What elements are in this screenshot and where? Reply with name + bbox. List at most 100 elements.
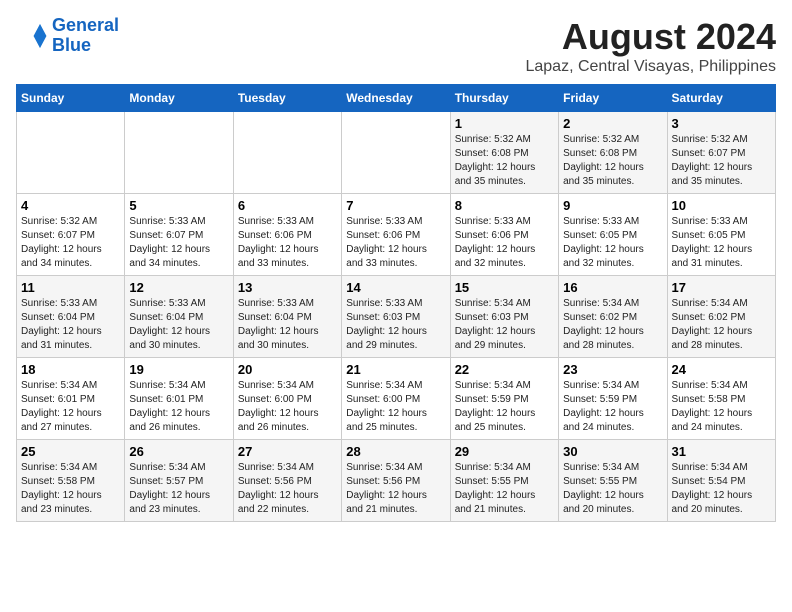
day-number: 22	[455, 362, 554, 377]
calendar-cell: 25 Sunrise: 5:34 AMSunset: 5:58 PMDayligh…	[17, 440, 125, 522]
day-number: 15	[455, 280, 554, 295]
calendar-cell: 30Sunrise: 5:34 AMSunset: 5:55 PMDayligh…	[559, 440, 667, 522]
calendar-cell: 23 Sunrise: 5:34 AMSunset: 5:59 PMDayligh…	[559, 358, 667, 440]
calendar-cell: 11 Sunrise: 5:33 AMSunset: 6:04 PMDayligh…	[17, 276, 125, 358]
calendar-cell	[17, 112, 125, 194]
calendar-week-3: 11 Sunrise: 5:33 AMSunset: 6:04 PMDayligh…	[17, 276, 776, 358]
column-header-sunday: Sunday	[17, 85, 125, 112]
day-number: 27	[238, 444, 337, 459]
calendar-cell: 20 Sunrise: 5:34 AMSunset: 6:00 PMDayligh…	[233, 358, 341, 440]
column-header-tuesday: Tuesday	[233, 85, 341, 112]
day-detail: Sunrise: 5:33 AMSunset: 6:07 PMDaylight:…	[129, 215, 228, 271]
calendar-cell: 18 Sunrise: 5:34 AMSunset: 6:01 PMDayligh…	[17, 358, 125, 440]
logo: General Blue	[16, 16, 119, 56]
day-detail: Sunrise: 5:34 AMSunset: 5:56 PMDaylight:…	[238, 461, 337, 517]
day-number: 8	[455, 198, 554, 213]
day-number: 21	[346, 362, 445, 377]
day-number: 1	[455, 116, 554, 131]
title-block: August 2024 Lapaz, Central Visayas, Phil…	[525, 16, 776, 76]
calendar-week-5: 25 Sunrise: 5:34 AMSunset: 5:58 PMDayligh…	[17, 440, 776, 522]
column-header-thursday: Thursday	[450, 85, 558, 112]
day-detail: Sunrise: 5:33 AMSunset: 6:04 PMDaylight:…	[129, 297, 228, 353]
day-detail: Sunrise: 5:33 AMSunset: 6:05 PMDaylight:…	[672, 215, 771, 271]
calendar-cell: 15 Sunrise: 5:34 AMSunset: 6:03 PMDayligh…	[450, 276, 558, 358]
day-detail: Sunrise: 5:33 AMSunset: 6:06 PMDaylight:…	[346, 215, 445, 271]
day-number: 28	[346, 444, 445, 459]
day-detail: Sunrise: 5:34 AMSunset: 6:01 PMDaylight:…	[129, 379, 228, 435]
day-detail: Sunrise: 5:33 AMSunset: 6:06 PMDaylight:…	[455, 215, 554, 271]
day-detail: Sunrise: 5:34 AMSunset: 6:02 PMDaylight:…	[563, 297, 662, 353]
calendar-cell: 5 Sunrise: 5:33 AMSunset: 6:07 PMDaylight…	[125, 194, 233, 276]
day-detail: Sunrise: 5:34 AMSunset: 5:55 PMDaylight:…	[455, 461, 554, 517]
day-number: 25	[21, 444, 120, 459]
calendar-cell: 9 Sunrise: 5:33 AMSunset: 6:05 PMDaylight…	[559, 194, 667, 276]
page-subtitle: Lapaz, Central Visayas, Philippines	[525, 58, 776, 76]
day-detail: Sunrise: 5:32 AMSunset: 6:07 PMDaylight:…	[672, 133, 771, 189]
day-number: 7	[346, 198, 445, 213]
day-number: 16	[563, 280, 662, 295]
calendar-cell: 2 Sunrise: 5:32 AMSunset: 6:08 PMDaylight…	[559, 112, 667, 194]
day-detail: Sunrise: 5:33 AMSunset: 6:05 PMDaylight:…	[563, 215, 662, 271]
day-number: 20	[238, 362, 337, 377]
calendar-cell: 4 Sunrise: 5:32 AMSunset: 6:07 PMDaylight…	[17, 194, 125, 276]
calendar-cell: 10Sunrise: 5:33 AMSunset: 6:05 PMDayligh…	[667, 194, 775, 276]
column-header-monday: Monday	[125, 85, 233, 112]
calendar-table: SundayMondayTuesdayWednesdayThursdayFrid…	[16, 84, 776, 522]
day-number: 11	[21, 280, 120, 295]
column-header-wednesday: Wednesday	[342, 85, 450, 112]
day-number: 24	[672, 362, 771, 377]
logo-line2: Blue	[52, 35, 91, 55]
day-number: 31	[672, 444, 771, 459]
day-detail: Sunrise: 5:32 AMSunset: 6:07 PMDaylight:…	[21, 215, 120, 271]
day-number: 14	[346, 280, 445, 295]
page-header: General Blue August 2024 Lapaz, Central …	[16, 16, 776, 76]
day-number: 23	[563, 362, 662, 377]
calendar-cell	[125, 112, 233, 194]
day-detail: Sunrise: 5:34 AMSunset: 5:56 PMDaylight:…	[346, 461, 445, 517]
calendar-cell: 3 Sunrise: 5:32 AMSunset: 6:07 PMDaylight…	[667, 112, 775, 194]
calendar-cell: 1 Sunrise: 5:32 AMSunset: 6:08 PMDaylight…	[450, 112, 558, 194]
calendar-cell: 24 Sunrise: 5:34 AMSunset: 5:58 PMDayligh…	[667, 358, 775, 440]
calendar-cell	[342, 112, 450, 194]
day-detail: Sunrise: 5:32 AMSunset: 6:08 PMDaylight:…	[563, 133, 662, 189]
day-detail: Sunrise: 5:33 AMSunset: 6:04 PMDaylight:…	[238, 297, 337, 353]
calendar-cell: 22Sunrise: 5:34 AMSunset: 5:59 PMDayligh…	[450, 358, 558, 440]
day-number: 13	[238, 280, 337, 295]
day-number: 4	[21, 198, 120, 213]
page-title: August 2024	[525, 16, 776, 58]
day-detail: Sunrise: 5:34 AMSunset: 5:59 PMDaylight:…	[563, 379, 662, 435]
day-detail: Sunrise: 5:34 AMSunset: 5:58 PMDaylight:…	[672, 379, 771, 435]
calendar-cell: 21Sunrise: 5:34 AMSunset: 6:00 PMDayligh…	[342, 358, 450, 440]
day-number: 18	[21, 362, 120, 377]
day-number: 26	[129, 444, 228, 459]
calendar-cell: 17Sunrise: 5:34 AMSunset: 6:02 PMDayligh…	[667, 276, 775, 358]
logo-line1: General	[52, 15, 119, 35]
calendar-week-1: 1 Sunrise: 5:32 AMSunset: 6:08 PMDaylight…	[17, 112, 776, 194]
calendar-week-2: 4 Sunrise: 5:32 AMSunset: 6:07 PMDaylight…	[17, 194, 776, 276]
day-number: 19	[129, 362, 228, 377]
day-number: 5	[129, 198, 228, 213]
day-detail: Sunrise: 5:34 AMSunset: 5:58 PMDaylight:…	[21, 461, 120, 517]
calendar-cell: 16 Sunrise: 5:34 AMSunset: 6:02 PMDayligh…	[559, 276, 667, 358]
day-detail: Sunrise: 5:34 AMSunset: 5:55 PMDaylight:…	[563, 461, 662, 517]
day-number: 2	[563, 116, 662, 131]
day-number: 3	[672, 116, 771, 131]
calendar-cell: 19 Sunrise: 5:34 AMSunset: 6:01 PMDayligh…	[125, 358, 233, 440]
calendar-cell: 14Sunrise: 5:33 AMSunset: 6:03 PMDayligh…	[342, 276, 450, 358]
day-number: 6	[238, 198, 337, 213]
calendar-header-row: SundayMondayTuesdayWednesdayThursdayFrid…	[17, 85, 776, 112]
day-number: 29	[455, 444, 554, 459]
logo-text: General Blue	[52, 16, 119, 56]
calendar-cell: 26Sunrise: 5:34 AMSunset: 5:57 PMDayligh…	[125, 440, 233, 522]
day-detail: Sunrise: 5:34 AMSunset: 6:01 PMDaylight:…	[21, 379, 120, 435]
calendar-week-4: 18 Sunrise: 5:34 AMSunset: 6:01 PMDayligh…	[17, 358, 776, 440]
day-detail: Sunrise: 5:33 AMSunset: 6:04 PMDaylight:…	[21, 297, 120, 353]
day-detail: Sunrise: 5:34 AMSunset: 6:03 PMDaylight:…	[455, 297, 554, 353]
day-detail: Sunrise: 5:32 AMSunset: 6:08 PMDaylight:…	[455, 133, 554, 189]
calendar-cell: 27 Sunrise: 5:34 AMSunset: 5:56 PMDayligh…	[233, 440, 341, 522]
day-detail: Sunrise: 5:34 AMSunset: 6:00 PMDaylight:…	[238, 379, 337, 435]
day-number: 9	[563, 198, 662, 213]
day-detail: Sunrise: 5:34 AMSunset: 5:54 PMDaylight:…	[672, 461, 771, 517]
calendar-cell: 8 Sunrise: 5:33 AMSunset: 6:06 PMDaylight…	[450, 194, 558, 276]
calendar-cell: 28 Sunrise: 5:34 AMSunset: 5:56 PMDayligh…	[342, 440, 450, 522]
